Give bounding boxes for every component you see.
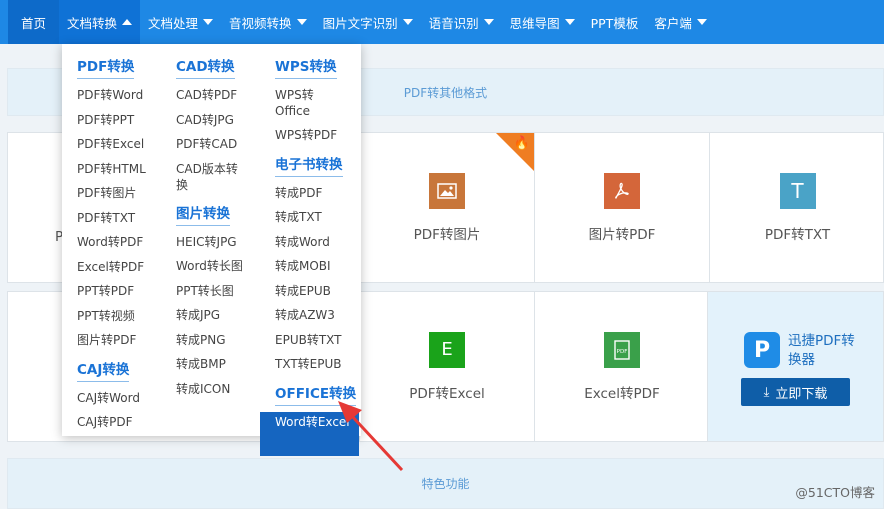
dropdown-item[interactable]: PPT转PDF bbox=[77, 281, 177, 306]
dropdown-item[interactable]: PDF转PPT bbox=[77, 110, 177, 135]
dropdown-group-heading: CAJ转换 bbox=[77, 358, 130, 382]
dropdown-item[interactable]: Excel转PDF bbox=[77, 257, 177, 282]
nav-item-label: 语音识别 bbox=[428, 15, 479, 31]
dropdown-item[interactable]: PDF转CAD bbox=[176, 134, 271, 159]
nav-item-5[interactable]: 语音识别 bbox=[421, 0, 502, 44]
dropdown-item[interactable]: PDF转TXT bbox=[77, 208, 177, 233]
dropdown-item[interactable]: 转成EPUB bbox=[275, 281, 357, 306]
dropdown-group-heading: 电子书转换 bbox=[275, 153, 343, 177]
nav-item-label: 首页 bbox=[21, 15, 47, 31]
pdf-icon bbox=[604, 172, 640, 209]
caret-up-icon bbox=[122, 19, 133, 25]
svg-text:PDF: PDF bbox=[617, 349, 628, 355]
dropdown-item[interactable]: CAD版本转换 bbox=[176, 159, 242, 199]
tile-label: PDF转Excel bbox=[409, 385, 485, 402]
dropdown-item[interactable]: PPT转视频 bbox=[77, 306, 177, 331]
dropdown-column-3: WPS转换 WPS转Office WPS转PDF 电子书转换转成PDF 转成TXT 转成W… bbox=[260, 52, 359, 456]
caret-down-icon bbox=[696, 19, 707, 25]
nav-item-1[interactable]: 文档转换 bbox=[59, 0, 141, 44]
tile-label: PDF转TXT bbox=[764, 226, 831, 243]
dropdown-group-heading: WPS转换 bbox=[275, 55, 337, 79]
dropdown-item[interactable]: 转成JPG bbox=[176, 305, 271, 330]
dropdown-item[interactable]: Word转PDF bbox=[77, 232, 177, 257]
tile-pdf-to-excel[interactable]: E PDF转Excel bbox=[359, 292, 534, 441]
caret-down-icon bbox=[203, 19, 214, 25]
dropdown-item[interactable]: 转成MOBI bbox=[275, 256, 357, 281]
download-label: 立即下载 bbox=[775, 386, 828, 402]
dropdown-item[interactable]: CAJ转Word bbox=[77, 388, 177, 413]
dropdown-item[interactable]: Word转Excel bbox=[260, 411, 359, 456]
dropdown-item[interactable]: EPUB转TXT bbox=[275, 330, 357, 355]
dropdown-item[interactable]: 转成ICON bbox=[176, 379, 271, 404]
download-button[interactable]: ⤓ 立即下载 bbox=[741, 378, 850, 406]
dropdown-item[interactable]: CAD转PDF bbox=[176, 85, 271, 110]
dropdown-item[interactable]: CAD转JPG bbox=[176, 110, 271, 135]
nav-item-label: 思维导图 bbox=[509, 15, 560, 31]
nav-item-2[interactable]: 文档处理 bbox=[140, 0, 221, 44]
tile-image-to-pdf[interactable]: 图片转PDF bbox=[534, 133, 709, 282]
dropdown-column-1: PDF转换 PDF转Word PDF转PPT PDF转Excel PDF转HTML PDF… bbox=[77, 52, 177, 437]
excel-icon: E bbox=[429, 331, 465, 368]
dropdown-item[interactable]: PDF转图片 bbox=[77, 183, 177, 208]
image-icon bbox=[429, 172, 465, 209]
nav-item-8[interactable]: 客户端 bbox=[646, 0, 715, 44]
dropdown-item[interactable]: TXT转EPUB bbox=[275, 354, 357, 379]
dropdown-item[interactable]: 转成AZW3 bbox=[275, 305, 357, 330]
nav-item-4[interactable]: 图片文字识别 bbox=[315, 0, 421, 44]
caret-down-icon bbox=[296, 19, 307, 25]
pdf-doc-icon: PDF bbox=[604, 331, 640, 368]
dropdown-group-heading: 图片转换 bbox=[176, 202, 230, 226]
nav-item-label: 图片文字识别 bbox=[322, 15, 398, 31]
nav-item-6[interactable]: 思维导图 bbox=[502, 0, 583, 44]
caret-down-icon bbox=[402, 19, 413, 25]
dropdown-item[interactable]: PDF转HTML bbox=[77, 159, 177, 184]
promo-panel: P 迅捷PDF转换器 ⤓ 立即下载 bbox=[707, 292, 883, 441]
nav-item-7[interactable]: PPT模板 bbox=[583, 0, 647, 44]
dropdown-item[interactable]: 转成PDF bbox=[275, 183, 357, 208]
dropdown-group-heading: PDF转换 bbox=[77, 55, 135, 79]
nav-item-label: 音视频转换 bbox=[229, 15, 292, 31]
dropdown-item[interactable]: Word转长图 bbox=[176, 256, 271, 281]
caret-down-icon bbox=[483, 19, 494, 25]
section-banner-label: 特色功能 bbox=[421, 477, 470, 491]
dropdown-item[interactable]: CAJ转PDF bbox=[77, 412, 177, 437]
dropdown-column-2: CAD转换 CAD转PDF CAD转JPG PDF转CAD CAD版本转换图片转换 HEI… bbox=[176, 52, 271, 403]
tile-pdf-to-image[interactable]: 🔥 PDF转图片 bbox=[359, 133, 534, 282]
caret-down-icon bbox=[564, 19, 575, 25]
nav-item-label: 客户端 bbox=[654, 15, 692, 31]
top-nav: 首页 文档转换 文档处理 音视频转换 图片文字识别 语音识别 思维导图 PPT模板 客户端 bbox=[0, 0, 884, 44]
tile-pdf-to-txt[interactable]: T PDF转TXT bbox=[709, 133, 884, 282]
dropdown-item[interactable]: HEIC转JPG bbox=[176, 232, 271, 257]
dropdown-item[interactable]: PPT转长图 bbox=[176, 281, 271, 306]
tile-excel-to-pdf[interactable]: PDF Excel转PDF bbox=[534, 292, 709, 441]
tile-label: 图片转PDF bbox=[588, 226, 656, 243]
nav-item-label: 文档转换 bbox=[67, 15, 118, 31]
flame-icon: 🔥 bbox=[513, 136, 530, 151]
dropdown-group-heading: CAD转换 bbox=[176, 55, 235, 79]
download-icon: ⤓ bbox=[763, 384, 770, 400]
nav-item-0[interactable]: 首页 bbox=[8, 0, 60, 44]
doc-convert-dropdown: PDF转换 PDF转Word PDF转PPT PDF转Excel PDF转HTML PDF… bbox=[62, 44, 361, 456]
nav-item-label: PPT模板 bbox=[590, 15, 639, 31]
dropdown-group-heading: OFFICE转换 bbox=[275, 382, 357, 406]
dropdown-item[interactable]: 图片转PDF bbox=[77, 330, 177, 355]
text-icon: T bbox=[779, 172, 816, 209]
nav-item-label: 文档处理 bbox=[148, 15, 199, 31]
dropdown-item[interactable]: 转成PNG bbox=[176, 330, 271, 355]
tile-label: PDF转图片 bbox=[413, 226, 481, 243]
dropdown-item[interactable]: WPS转Office bbox=[275, 85, 341, 125]
nav-item-3[interactable]: 音视频转换 bbox=[221, 0, 315, 44]
app-logo-icon: P bbox=[744, 332, 780, 368]
section-banner-label: PDF转其他格式 bbox=[403, 85, 488, 100]
dropdown-item[interactable]: PDF转Excel bbox=[77, 134, 177, 159]
dropdown-item[interactable]: 转成Word bbox=[275, 232, 357, 257]
watermark: @51CTO博客 bbox=[795, 485, 875, 500]
dropdown-item[interactable]: WPS转PDF bbox=[275, 125, 357, 150]
tile-label: Excel转PDF bbox=[584, 385, 660, 402]
dropdown-item[interactable]: 转成TXT bbox=[275, 207, 357, 232]
promo-title: 迅捷PDF转换器 bbox=[788, 333, 855, 368]
section-banner-features: 特色功能 bbox=[7, 458, 884, 509]
dropdown-item[interactable]: PDF转Word bbox=[77, 85, 177, 110]
dropdown-item[interactable]: 转成BMP bbox=[176, 354, 271, 379]
